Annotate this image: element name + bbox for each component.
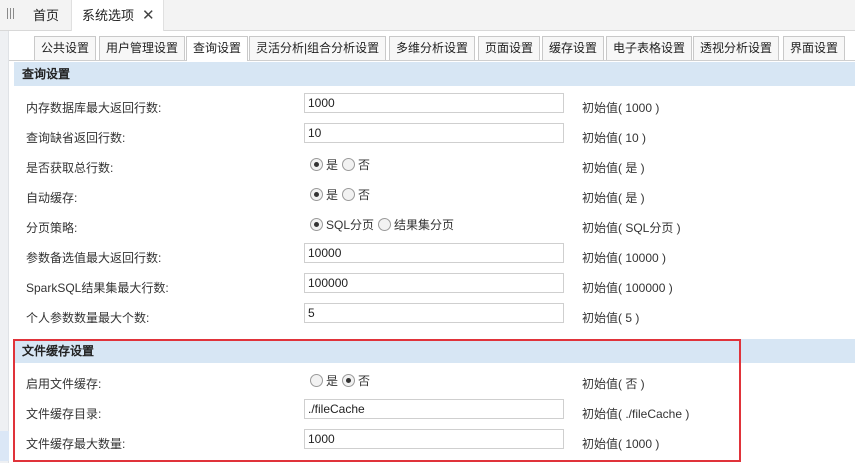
initial-value-text: 初始值( SQL分页 ): [582, 221, 681, 235]
setting-row: 自动缓存: 是 否 初始值( 是 ): [14, 181, 855, 211]
personal-param-max-count-input[interactable]: [304, 303, 564, 323]
setting-row: SparkSQL结果集最大行数: 初始值( 100000 ): [14, 271, 855, 301]
setting-label: 查询缺省返回行数:: [26, 131, 126, 145]
radio-option-no[interactable]: 否: [342, 186, 370, 203]
setting-row: 个人参数数量最大个数: 初始值( 5 ): [14, 301, 855, 331]
radio-option-yes[interactable]: 是: [310, 372, 338, 389]
setting-row: 启用文件缓存: 是 否 初始值( 否 ): [14, 367, 855, 397]
initial-value-text: 初始值( 1000 ): [582, 437, 660, 451]
radio-button-checked[interactable]: [310, 188, 323, 201]
setting-row: 是否获取总行数: 是 否 初始值( 是 ): [14, 151, 855, 181]
subtab-interface-settings[interactable]: 界面设置: [783, 36, 846, 60]
setting-label: 分页策略:: [26, 221, 78, 235]
radio-button[interactable]: [342, 188, 356, 201]
radio-label: 结果集分页: [394, 218, 455, 232]
subtab-query-settings[interactable]: 查询设置: [186, 36, 249, 61]
setting-row: 内存数据库最大返回行数: 初始值( 1000 ): [14, 91, 855, 121]
memory-db-max-rows-input[interactable]: [304, 93, 564, 113]
radio-option-yes[interactable]: 是: [310, 186, 338, 203]
menu-grip-icon[interactable]: [7, 8, 19, 21]
tab-system-options-label: 系统选项: [82, 8, 135, 23]
section-title-file-cache-settings: 文件缓存设置: [14, 339, 855, 363]
radio-label: 否: [358, 158, 371, 172]
radio-option-resultset-paging[interactable]: 结果集分页: [378, 216, 454, 233]
radio-button[interactable]: [378, 218, 392, 231]
setting-label: 文件缓存最大数量:: [26, 437, 126, 451]
top-tab-bar: 首页 系统选项 ✕: [0, 0, 855, 32]
enable-file-cache-radio-group: 是 否: [310, 372, 374, 389]
initial-value-text: 初始值( 100000 ): [582, 281, 673, 295]
setting-label: 内存数据库最大返回行数:: [26, 101, 162, 115]
setting-row: 文件缓存目录: 初始值( ./fileCache ): [14, 397, 855, 427]
radio-label: 是: [326, 158, 339, 172]
radio-option-yes[interactable]: 是: [310, 156, 338, 173]
subtab-user-management-settings[interactable]: 用户管理设置: [99, 36, 186, 60]
radio-button-checked[interactable]: [310, 218, 323, 231]
sparksql-max-rows-input[interactable]: [304, 273, 564, 293]
left-sidebar-strip: [0, 31, 9, 463]
radio-button-checked[interactable]: [310, 158, 323, 171]
tab-home-label: 首页: [33, 8, 60, 23]
initial-value-text: 初始值( 否 ): [582, 377, 645, 391]
initial-value-text: 初始值( 1000 ): [582, 101, 660, 115]
radio-button-checked[interactable]: [342, 374, 356, 387]
subtab-public-settings[interactable]: 公共设置: [34, 36, 97, 60]
section-title-query-settings: 查询设置: [14, 62, 855, 86]
initial-value-text: 初始值( ./fileCache ): [582, 407, 690, 421]
radio-label: 否: [358, 188, 371, 202]
settings-tab-strip: 公共设置 用户管理设置 查询设置 灵活分析|组合分析设置 多维分析设置 页面设置…: [9, 31, 855, 61]
initial-value-text: 初始值( 5 ): [582, 311, 640, 325]
setting-row: 分页策略: SQL分页 结果集分页 初始值( SQL分页 ): [14, 211, 855, 241]
subtab-spreadsheet-settings[interactable]: 电子表格设置: [606, 36, 693, 60]
setting-label: 参数备选值最大返回行数:: [26, 251, 162, 265]
radio-label: SQL分页: [326, 218, 375, 232]
subtab-pivot-analysis-settings[interactable]: 透视分析设置: [693, 36, 780, 60]
subtab-multidimensional-analysis-settings[interactable]: 多维分析设置: [389, 36, 476, 60]
subtab-cache-settings[interactable]: 缓存设置: [542, 36, 605, 60]
setting-label: 自动缓存:: [26, 191, 78, 205]
radio-option-no[interactable]: 否: [342, 156, 370, 173]
query-default-rows-input[interactable]: [304, 123, 564, 143]
setting-label: 是否获取总行数:: [26, 161, 114, 175]
initial-value-text: 初始值( 是 ): [582, 161, 645, 175]
radio-button[interactable]: [342, 158, 356, 171]
file-cache-max-count-input[interactable]: [304, 429, 564, 449]
subtab-page-settings[interactable]: 页面设置: [478, 36, 541, 60]
close-icon[interactable]: ✕: [142, 7, 155, 24]
settings-panel: 查询设置 内存数据库最大返回行数: 初始值( 1000 ) 查询缺省返回行数: …: [14, 61, 855, 463]
left-strip-selection: [0, 431, 9, 461]
setting-label: 启用文件缓存:: [26, 377, 102, 391]
get-total-rows-radio-group: 是 否: [310, 156, 374, 173]
initial-value-text: 初始值( 是 ): [582, 191, 645, 205]
setting-row: 参数备选值最大返回行数: 初始值( 10000 ): [14, 241, 855, 271]
initial-value-text: 初始值( 10000 ): [582, 251, 667, 265]
radio-label: 是: [326, 374, 339, 388]
radio-option-no[interactable]: 否: [342, 372, 370, 389]
radio-label: 是: [326, 188, 339, 202]
radio-button[interactable]: [310, 374, 323, 387]
paging-strategy-radio-group: SQL分页 结果集分页: [310, 216, 458, 233]
radio-option-sql-paging[interactable]: SQL分页: [310, 216, 374, 233]
setting-row: 文件缓存最大数量: 初始值( 1000 ): [14, 427, 855, 457]
tab-home[interactable]: 首页: [33, 0, 59, 31]
setting-label: SparkSQL结果集最大行数:: [26, 281, 169, 295]
initial-value-text: 初始值( 10 ): [582, 131, 647, 145]
file-cache-directory-input[interactable]: [304, 399, 564, 419]
setting-row: 查询缺省返回行数: 初始值( 10 ): [14, 121, 855, 151]
tab-system-options[interactable]: 系统选项 ✕: [71, 0, 164, 32]
subtab-flexible-analysis-settings[interactable]: 灵活分析|组合分析设置: [249, 36, 387, 60]
radio-label: 否: [358, 374, 371, 388]
auto-cache-radio-group: 是 否: [310, 186, 374, 203]
param-candidate-max-rows-input[interactable]: [304, 243, 564, 263]
setting-label: 个人参数数量最大个数:: [26, 311, 150, 325]
setting-label: 文件缓存目录:: [26, 407, 102, 421]
